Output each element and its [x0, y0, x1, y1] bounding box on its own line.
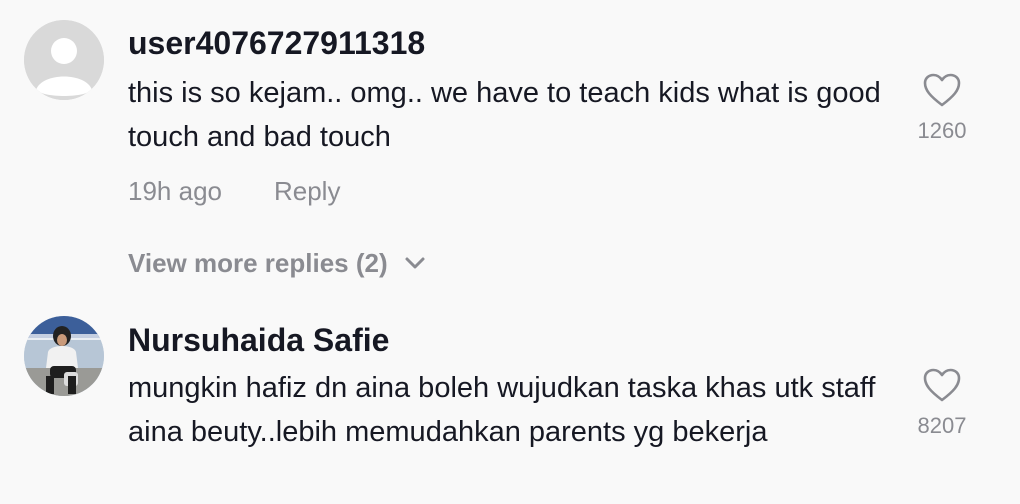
user-photo-avatar	[24, 316, 104, 396]
like-count: 8207	[917, 413, 967, 438]
view-more-replies-label: View more replies (2)	[128, 248, 388, 278]
heart-icon	[923, 368, 961, 402]
like-count: 1260	[917, 118, 967, 143]
chevron-down-icon	[405, 257, 425, 269]
comment-text: mungkin hafiz dn aina boleh wujudkan tas…	[128, 372, 876, 448]
avatar-nursuhaida-safie[interactable]	[24, 316, 104, 396]
comment-timestamp: 19h ago	[128, 176, 222, 206]
comment-username[interactable]: user4076727911318	[128, 23, 425, 63]
avatar-user4076727911318[interactable]	[24, 20, 104, 100]
comment-username[interactable]: Nursuhaida Safie	[128, 320, 389, 360]
comments-list: user4076727911318 this is so kejam.. omg…	[0, 0, 1020, 504]
comment-meta: 19h ago Reply	[128, 175, 340, 207]
reply-button[interactable]: Reply	[274, 176, 340, 206]
comment-text: this is so kejam.. omg.. we have to teac…	[128, 77, 881, 153]
like-button[interactable]: 8207	[902, 367, 982, 439]
heart-icon	[923, 73, 961, 107]
view-more-replies-button[interactable]: View more replies (2)	[128, 247, 426, 279]
default-avatar-icon	[24, 20, 104, 100]
like-button[interactable]: 1260	[902, 72, 982, 144]
